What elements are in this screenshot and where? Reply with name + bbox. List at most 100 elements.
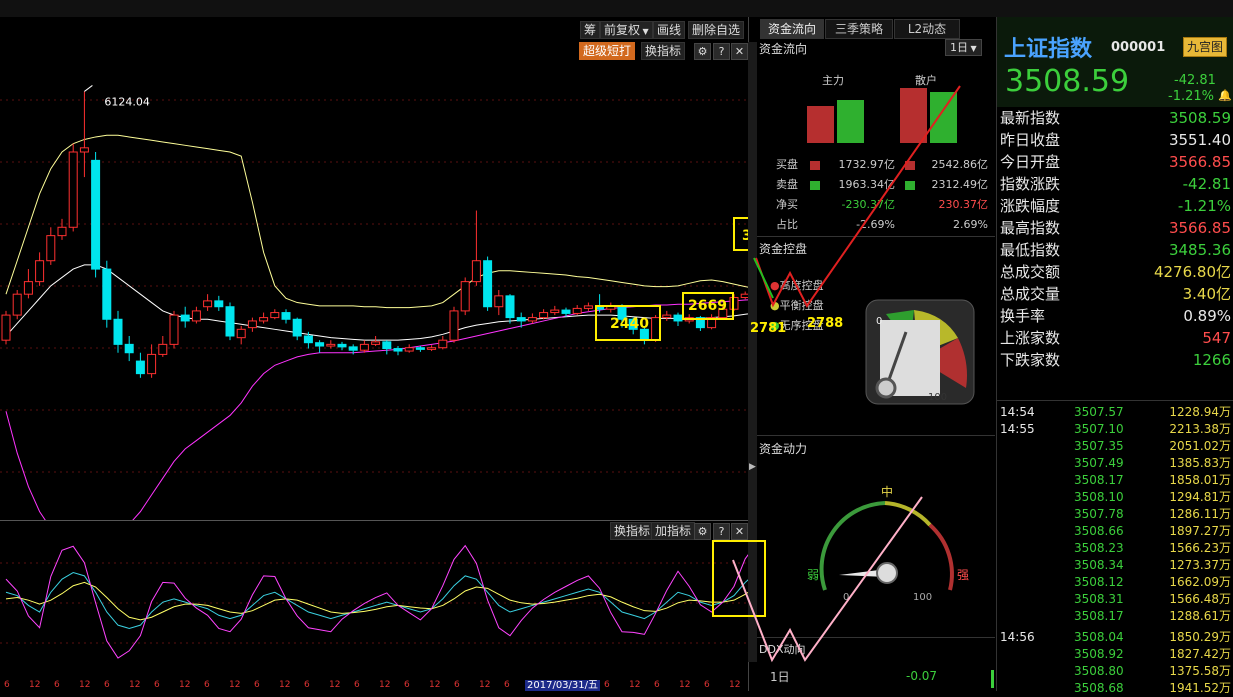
red-dot-icon: ● <box>770 279 780 292</box>
tick-time: 14:56 <box>1000 630 1035 644</box>
tick-price: 3508.92 <box>1074 647 1124 661</box>
flow-row: 净买 -230.37亿 230.37亿 <box>760 196 990 214</box>
candle-body <box>214 300 224 308</box>
tick-volume: 1566.48万 <box>1169 592 1231 606</box>
tick-row: 3508.80 1375.58万 <box>998 663 1233 680</box>
adjust-dropdown[interactable]: 前复权 ▼ <box>600 21 653 39</box>
x-tick-label: 12 <box>279 680 291 690</box>
candle <box>572 305 582 316</box>
tick-volume: 1827.42万 <box>1169 647 1231 661</box>
tab-season-strategy[interactable]: 三季策略 <box>825 19 893 39</box>
candle <box>707 314 717 330</box>
candle <box>527 313 537 324</box>
nine-grid-button[interactable]: 九宫图 <box>1183 37 1228 57</box>
candle <box>91 152 101 278</box>
tick-row: 3508.17 1858.01万 <box>998 472 1233 489</box>
candlestick-chart[interactable]: 6124.043731.6924402669 <box>0 60 748 520</box>
candle <box>236 325 246 345</box>
stat-value: 1266 <box>1192 351 1231 369</box>
tab-l2-dynamic[interactable]: L2动态 <box>894 19 960 39</box>
bell-icon[interactable]: 🔔 <box>1218 89 1232 102</box>
chip-button[interactable]: 筹 <box>580 21 601 39</box>
help-icon[interactable]: ? <box>713 43 730 60</box>
top-strip <box>0 0 1233 17</box>
candle-body <box>651 317 661 341</box>
close-icon[interactable]: ✕ <box>731 43 748 60</box>
tick-row: 3508.12 1662.09万 <box>998 574 1233 591</box>
swap-indicator-button[interactable]: 换指标 <box>641 42 686 60</box>
candle <box>505 294 515 324</box>
stat-label: 下跌家数 <box>1000 351 1061 369</box>
gear-icon[interactable]: ⚙ <box>694 43 711 60</box>
x-tick-label: 6 <box>204 680 210 690</box>
candle <box>158 336 168 357</box>
stat-label: 总成交量 <box>1000 285 1061 303</box>
power-arc-green <box>819 501 886 591</box>
candle <box>494 290 504 316</box>
draw-line-button[interactable]: 画线 <box>653 21 686 39</box>
candle <box>539 309 549 320</box>
tick-price: 3508.80 <box>1074 664 1124 678</box>
candle-body <box>393 348 403 352</box>
candle-body <box>527 317 537 322</box>
tick-row: 3507.49 1385.83万 <box>998 455 1233 472</box>
annotation-value: 2440 <box>610 316 649 332</box>
super-trade-button[interactable]: 超级短打 <box>579 42 636 60</box>
stat-value: 4276.80亿 <box>1153 263 1231 281</box>
x-tick-label: 6 <box>104 680 110 690</box>
candle <box>740 291 748 300</box>
remove-watchlist-button[interactable]: 删除自选 <box>688 21 745 39</box>
candle-body <box>483 260 493 308</box>
candle <box>471 210 481 286</box>
stat-label: 最新指数 <box>1000 109 1061 127</box>
control-item-high-label: 高度控盘 <box>779 279 824 292</box>
stat-value: 3551.40 <box>1168 131 1231 149</box>
boll-upper-line <box>5 134 748 309</box>
stat-value: -42.81 <box>1182 175 1231 193</box>
tick-row: 3508.66 1897.27万 <box>998 523 1233 540</box>
stat-label: 昨日收盘 <box>1000 131 1061 149</box>
tab-fund-flow[interactable]: 资金流向 <box>760 19 824 39</box>
tick-price: 3507.35 <box>1074 439 1124 453</box>
control-item-disorder: ●无序控盘 <box>770 317 824 333</box>
candle <box>135 352 145 378</box>
flow-swatch-retail <box>905 181 915 190</box>
power-arc-yellow <box>884 501 932 527</box>
candle-body <box>561 309 571 314</box>
ddx-bar <box>991 670 994 688</box>
tick-price: 3508.17 <box>1074 473 1124 487</box>
x-tick-label: 12 <box>179 680 191 690</box>
flow-row-label: 买盘 <box>776 158 798 171</box>
tick-price: 3507.57 <box>1074 405 1124 419</box>
gauge1-min: 0 <box>876 316 882 327</box>
candle-body <box>236 328 246 339</box>
candle <box>315 340 325 353</box>
stat-value: 3508.59 <box>1168 109 1231 127</box>
candle-body <box>203 300 213 308</box>
stat-row: 下跌家数 1266 <box>998 349 1233 371</box>
control-section-title: 资金控盘 <box>759 242 808 256</box>
candle-body <box>124 343 134 354</box>
stat-label: 总成交额 <box>1000 263 1061 281</box>
tick-row: 3508.31 1566.48万 <box>998 591 1233 608</box>
flow-row-label: 占比 <box>776 218 798 231</box>
period-dropdown[interactable]: 1日 ▼ <box>945 39 982 56</box>
candle-body <box>46 235 56 262</box>
x-tick-label: 6 <box>604 680 610 690</box>
x-tick-label: 6 <box>704 680 710 690</box>
tick-volume: 1375.58万 <box>1169 664 1231 678</box>
candle <box>483 256 493 311</box>
stat-row: 今日开盘 3566.85 <box>998 151 1233 173</box>
tick-volume: 1566.23万 <box>1169 541 1231 555</box>
flow-sep <box>757 236 995 237</box>
x-tick-label: 12 <box>729 680 741 690</box>
kdj-chart[interactable] <box>0 538 748 680</box>
stat-row: 最高指数 3566.85 <box>998 217 1233 239</box>
x-tick-label: 12 <box>679 680 691 690</box>
collapse-arrow-icon[interactable]: ▶ <box>749 462 756 472</box>
panel-collapse-handle[interactable] <box>748 42 757 662</box>
tick-price: 3507.78 <box>1074 507 1124 521</box>
candle-body <box>572 307 582 314</box>
candle <box>191 306 201 324</box>
candle <box>427 345 437 352</box>
